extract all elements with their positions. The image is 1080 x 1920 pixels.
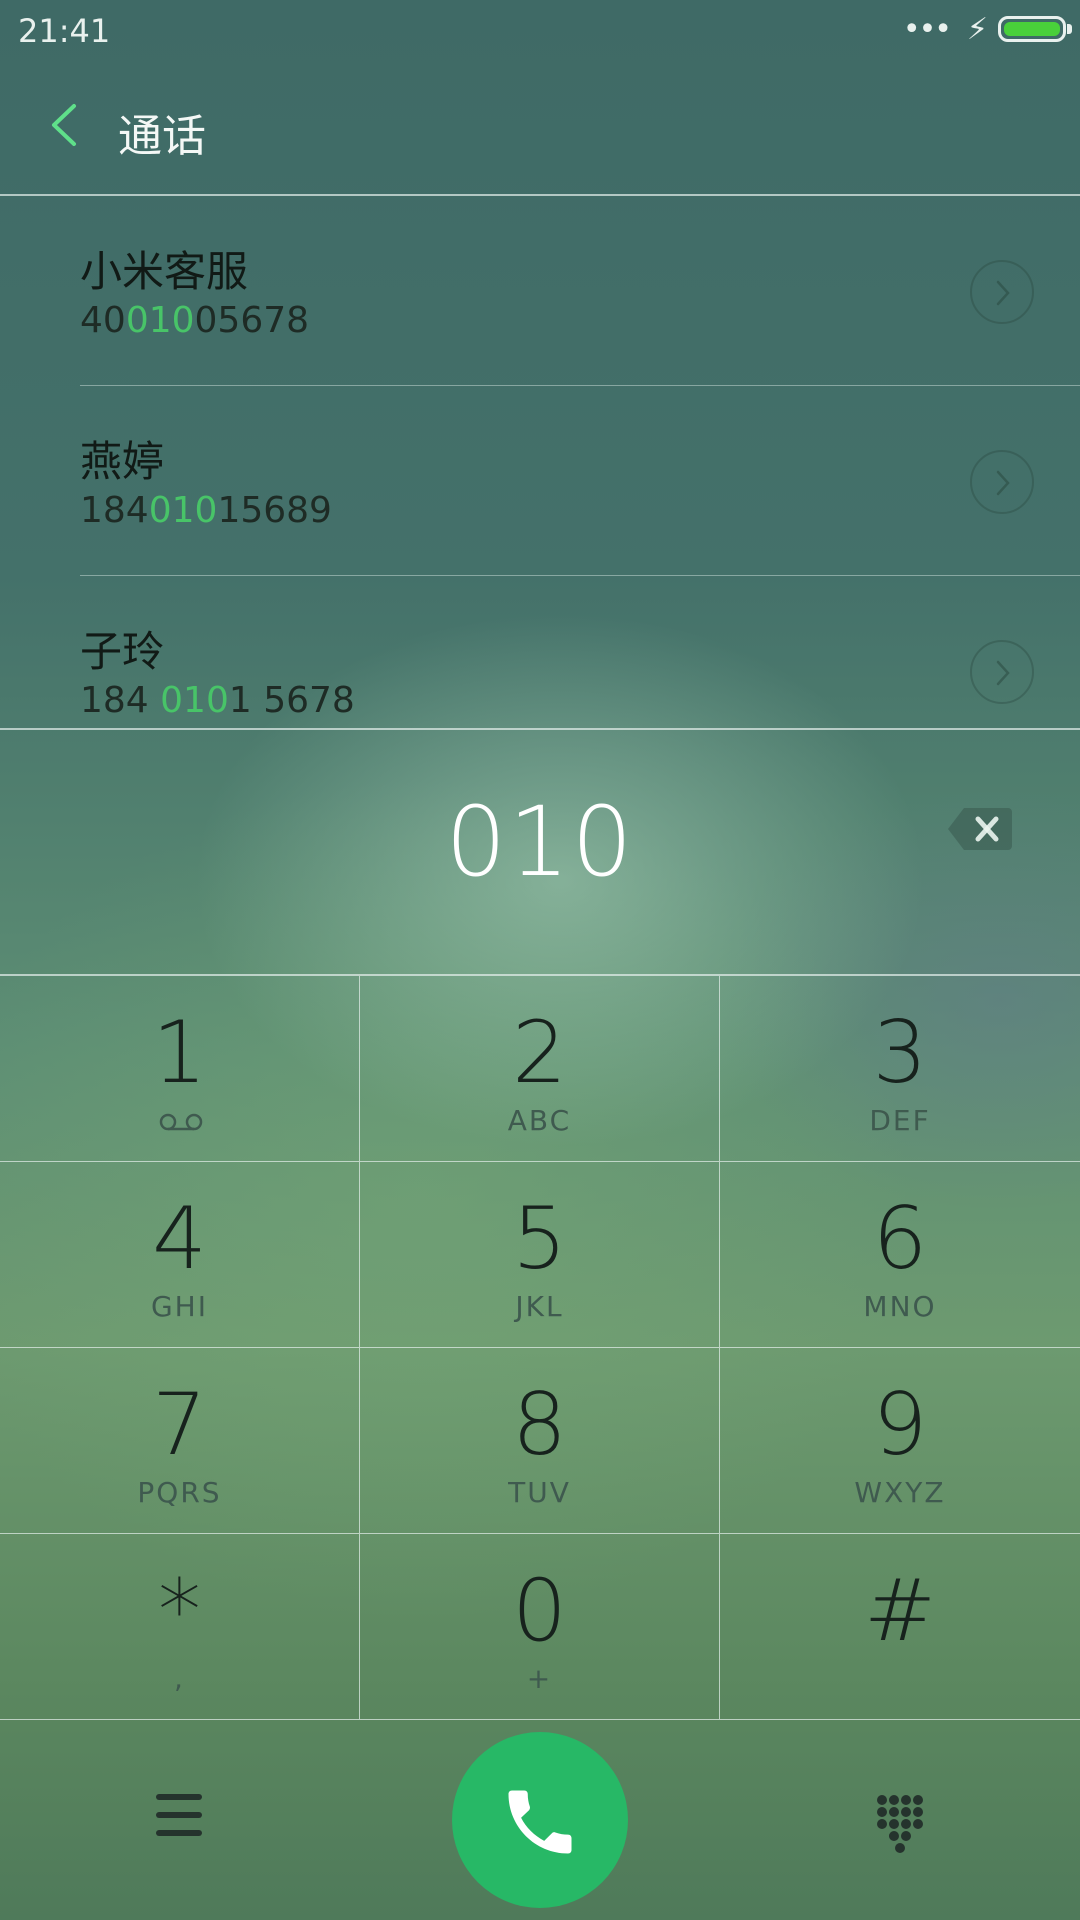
charging-icon: ⚡: [966, 12, 988, 47]
keypad: 1 2 ABC 3 DEF 4 GHI 5 JKL 6 MNO 7 PQRS 8…: [0, 974, 1080, 1722]
key-4[interactable]: 4 GHI: [0, 1162, 360, 1348]
bottom-bar: [0, 1720, 1080, 1920]
battery-tip: [1067, 24, 1072, 34]
contact-detail-button[interactable]: [970, 260, 1034, 324]
contact-name: 子玲: [80, 627, 165, 676]
contact-row[interactable]: 燕婷 18401015689: [0, 386, 1080, 576]
menu-icon: [156, 1794, 202, 1800]
phone-icon: [508, 1790, 572, 1854]
key-7[interactable]: 7 PQRS: [0, 1348, 360, 1534]
dialed-number: 010: [445, 786, 635, 898]
key-star[interactable]: * ,: [0, 1534, 360, 1720]
contact-number: 184 0101 5678: [80, 680, 355, 721]
number-match: 010: [148, 490, 218, 531]
contact-detail-button[interactable]: [970, 450, 1034, 514]
contact-list: 小米客服 4001005678 燕婷 18401015689 子玲 184 01…: [0, 196, 1080, 726]
chevron-right-icon: [996, 470, 1010, 496]
key-3[interactable]: 3 DEF: [720, 976, 1080, 1162]
key-0[interactable]: 0 +: [360, 1534, 720, 1720]
status-time: 21:41: [18, 12, 111, 50]
menu-button[interactable]: [150, 1792, 210, 1842]
key-hash[interactable]: #: [720, 1534, 1080, 1720]
backspace-icon: [948, 808, 1012, 850]
battery-icon: [998, 16, 1066, 42]
key-6[interactable]: 6 MNO: [720, 1162, 1080, 1348]
key-5[interactable]: 5 JKL: [360, 1162, 720, 1348]
contact-number: 18401015689: [80, 490, 332, 531]
contact-row[interactable]: 子玲 184 0101 5678: [0, 576, 1080, 726]
dial-display: 010: [0, 728, 1080, 976]
dialpad-toggle-button[interactable]: [874, 1792, 926, 1856]
voicemail-icon: [159, 1113, 203, 1131]
call-button[interactable]: [452, 1732, 628, 1908]
backspace-button[interactable]: [946, 804, 1014, 854]
key-9[interactable]: 9 WXYZ: [720, 1348, 1080, 1534]
page-title: 通话: [118, 111, 206, 162]
header: 通话: [0, 60, 1080, 196]
number-match: 010: [160, 680, 229, 721]
key-1[interactable]: 1: [0, 976, 360, 1162]
dialpad-icon: [877, 1795, 923, 1853]
number-match: 010: [125, 300, 195, 341]
contact-row[interactable]: 小米客服 4001005678: [0, 196, 1080, 386]
key-8[interactable]: 8 TUV: [360, 1348, 720, 1534]
contact-name: 燕婷: [80, 437, 165, 486]
contact-detail-button[interactable]: [970, 640, 1034, 704]
contact-number: 4001005678: [80, 300, 310, 341]
back-button[interactable]: [36, 90, 96, 160]
chevron-right-icon: [996, 660, 1010, 686]
chevron-right-icon: [996, 280, 1010, 306]
key-2[interactable]: 2 ABC: [360, 976, 720, 1162]
status-bar: 21:41 ••• ⚡: [0, 0, 1080, 60]
signal-dots-icon: •••: [902, 12, 952, 47]
contact-name: 小米客服: [80, 247, 249, 296]
chevron-left-icon: [52, 104, 76, 146]
